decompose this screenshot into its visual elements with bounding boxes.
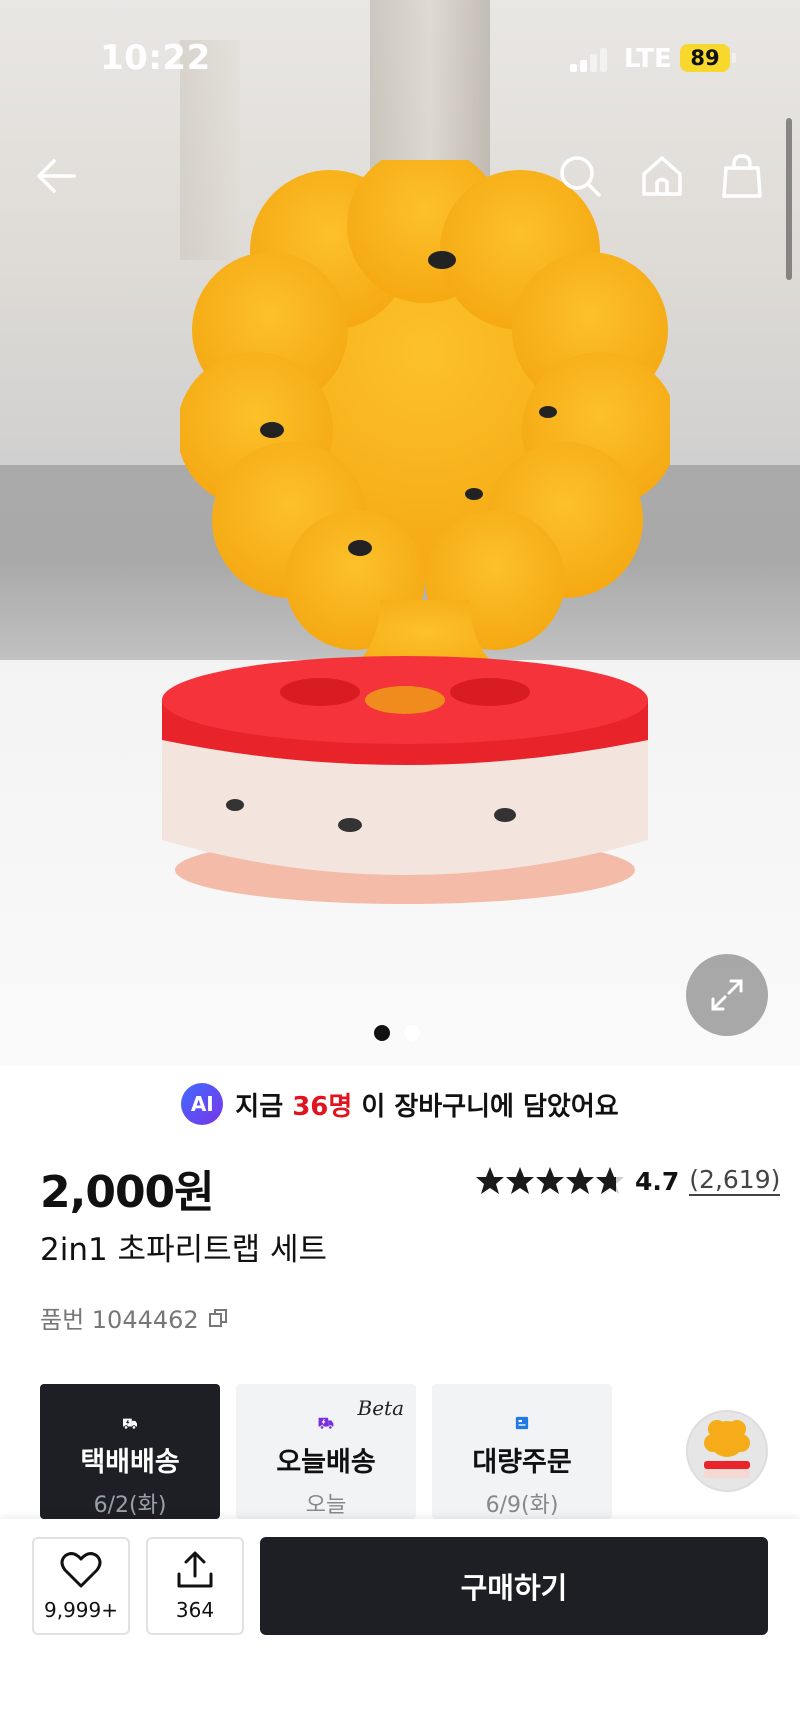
shopping-bag-icon bbox=[722, 154, 762, 198]
product-price: 2,000원 bbox=[40, 1167, 215, 1218]
delivery-option-today[interactable]: Beta 오늘배송 오늘 bbox=[236, 1384, 416, 1519]
expand-image-button[interactable] bbox=[686, 954, 768, 1036]
battery-tip bbox=[732, 53, 736, 63]
delivery-option-date: 6/2(화) bbox=[93, 1493, 167, 1518]
sku-text: 품번 1044462 bbox=[40, 1306, 199, 1334]
delivery-option-bulk[interactable]: 대량주문 6/9(화) bbox=[432, 1384, 612, 1519]
battery-indicator: 89 bbox=[680, 44, 730, 72]
delivery-option-title: 오늘배송 bbox=[276, 1447, 376, 1478]
share-icon bbox=[177, 1551, 213, 1588]
product-rating[interactable]: 4.7 (2,619) bbox=[475, 1166, 781, 1196]
product-thumbnail-button[interactable] bbox=[686, 1410, 768, 1492]
product-sku: 품번 1044462 bbox=[40, 1300, 229, 1335]
home-button[interactable] bbox=[634, 148, 690, 204]
rating-stars bbox=[475, 1166, 625, 1196]
flower-trap-image bbox=[180, 160, 670, 680]
ai-banner-count: 36명 bbox=[292, 1091, 353, 1122]
review-count-link[interactable]: (2,619) bbox=[689, 1166, 781, 1196]
cart-button[interactable] bbox=[714, 148, 770, 204]
trap-base-image bbox=[162, 656, 648, 904]
share-button[interactable]: 364 bbox=[146, 1537, 244, 1635]
expand-icon bbox=[711, 979, 743, 1011]
quick-delivery-icon bbox=[318, 1417, 334, 1430]
ai-banner-suffix: 이 장바구니에 담았어요 bbox=[361, 1091, 619, 1122]
delivery-option-date: 오늘 bbox=[305, 1493, 347, 1518]
buy-button[interactable]: 구매하기 bbox=[260, 1537, 768, 1635]
search-button[interactable] bbox=[552, 148, 608, 204]
scroll-indicator[interactable] bbox=[786, 118, 792, 280]
ai-banner-prefix: 지금 bbox=[235, 1091, 284, 1122]
network-type: LTE bbox=[624, 44, 672, 74]
gallery-dot[interactable] bbox=[404, 1025, 420, 1041]
like-button[interactable]: 9,999+ bbox=[32, 1537, 130, 1635]
arrow-left-icon bbox=[37, 159, 76, 193]
rating-value: 4.7 bbox=[635, 1166, 680, 1196]
bulk-order-icon bbox=[515, 1416, 529, 1430]
status-bar: 10:22 LTE 89 bbox=[0, 0, 800, 120]
product-title: 2in1 초파리트랩 세트 bbox=[40, 1232, 328, 1268]
delivery-option-title: 대량주문 bbox=[472, 1447, 572, 1478]
delivery-option-title: 택배배송 bbox=[80, 1447, 180, 1478]
ai-banner-text: 지금 36명 이 장바구니에 담았어요 bbox=[235, 1086, 618, 1123]
share-count: 364 bbox=[175, 1598, 215, 1622]
delivery-option-parcel[interactable]: 택배배송 6/2(화) bbox=[40, 1384, 220, 1519]
home-icon bbox=[642, 156, 682, 196]
back-button[interactable] bbox=[28, 148, 84, 204]
gallery-pagination bbox=[374, 1024, 420, 1042]
gallery-dot-active[interactable] bbox=[374, 1025, 390, 1041]
search-icon bbox=[560, 156, 601, 197]
delivery-truck-icon bbox=[123, 1418, 137, 1430]
ai-cart-banner: AI 지금 36명 이 장바구니에 담았어요 bbox=[0, 1066, 800, 1142]
product-thumbnail-image bbox=[704, 1420, 750, 1478]
heart-icon bbox=[60, 1552, 102, 1588]
signal-strength-icon bbox=[570, 48, 610, 72]
status-time: 10:22 bbox=[100, 38, 211, 78]
ai-badge-icon: AI bbox=[181, 1083, 224, 1125]
delivery-option-date: 6/9(화) bbox=[485, 1493, 559, 1518]
bottom-action-bar: 9,999+ 364 구매하기 bbox=[0, 1519, 800, 1735]
beta-badge: Beta bbox=[357, 1396, 405, 1420]
copy-icon[interactable] bbox=[207, 1307, 229, 1329]
star-rating-icon bbox=[476, 1167, 624, 1194]
like-count: 9,999+ bbox=[43, 1598, 118, 1622]
